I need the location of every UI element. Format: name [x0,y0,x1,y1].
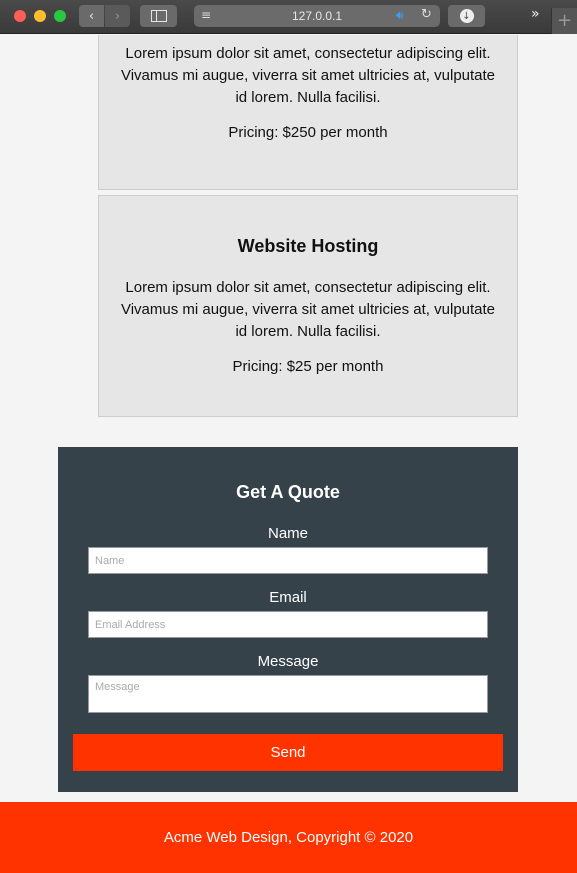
sidebar-toggle-button[interactable] [140,5,177,27]
page-footer: Acme Web Design, Copyright © 2020 [0,802,577,873]
new-tab-button[interactable]: + [551,8,577,34]
browser-toolbar: ‹ › ≡ 127.0.0.1 🔊︎ ↻ ↓ » + [0,0,577,34]
service-title: Website Hosting [237,236,379,256]
email-input[interactable] [88,611,488,638]
chevron-left-icon: ‹ [88,8,95,24]
close-window-button[interactable] [14,10,26,22]
message-textarea[interactable] [88,675,488,713]
service-pricing: Pricing: $250 per month [228,124,388,141]
send-button[interactable]: Send [73,734,503,771]
download-icon: ↓ [459,9,474,23]
quote-form-title: Get A Quote [236,482,340,502]
zoom-window-button[interactable] [54,10,66,22]
service-description: Lorem ipsum dolor sit amet, consectetur … [120,279,496,340]
service-card: Website Hosting Lorem ipsum dolor sit am… [98,195,518,417]
quote-form: Get A Quote Name Email Message Send [58,447,518,792]
sidebar-icon [150,10,167,22]
footer-copyright: Acme Web Design, Copyright © 2020 [163,829,414,846]
forward-button[interactable]: › [105,5,130,27]
speaker-icon[interactable]: 🔊︎ [396,8,404,23]
message-label: Message [257,653,319,670]
email-label: Email [269,589,307,606]
service-card: Lorem ipsum dolor sit amet, consectetur … [98,35,518,190]
name-label: Name [267,525,308,542]
name-input[interactable] [88,547,488,574]
back-button[interactable]: ‹ [79,5,104,27]
service-description: Lorem ipsum dolor sit amet, consectetur … [120,45,496,106]
address-bar[interactable]: ≡ 127.0.0.1 🔊︎ ↻ [194,5,440,27]
double-chevron-icon[interactable]: » [531,6,540,22]
chevron-right-icon: › [114,8,121,24]
download-button[interactable]: ↓ [448,5,485,27]
plus-icon: + [556,10,573,31]
page-content: Lorem ipsum dolor sit amet, consectetur … [0,35,577,873]
minimize-window-button[interactable] [34,10,46,22]
reload-icon[interactable]: ↻ [421,7,432,22]
service-pricing: Pricing: $25 per month [232,358,384,375]
